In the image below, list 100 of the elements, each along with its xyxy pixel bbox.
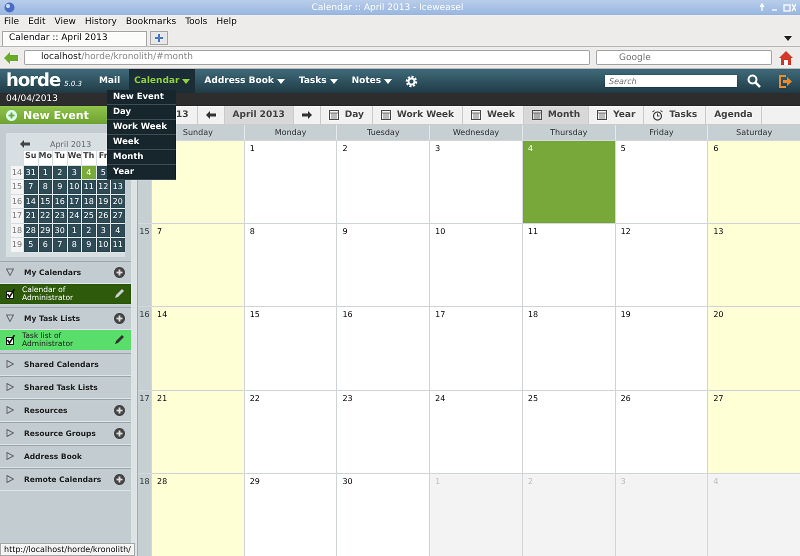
mini-calendar-day[interactable]: 9 [53, 180, 66, 194]
day-cell[interactable]: 20 [707, 307, 800, 390]
next-arrow-icon[interactable] [302, 111, 312, 119]
day-cell[interactable]: 27 [707, 390, 800, 473]
day-cell[interactable]: 23 [336, 390, 430, 473]
disclosure-triangle-icon[interactable] [6, 406, 14, 414]
dropdown-item[interactable]: Week [107, 135, 176, 150]
web-search-field[interactable]: Google [596, 50, 772, 65]
add-icon[interactable] [114, 474, 125, 484]
day-cell[interactable]: 6 [707, 141, 800, 224]
dropdown-item[interactable]: Month [107, 150, 176, 165]
mini-calendar-day[interactable]: 1 [38, 166, 52, 179]
mini-calendar-day[interactable]: 21 [24, 209, 38, 222]
mini-calendar-day[interactable]: 10 [68, 180, 81, 194]
menu-item[interactable]: Edit [28, 17, 46, 27]
menu-item[interactable]: View [54, 17, 76, 27]
mini-calendar-day[interactable]: 10 [96, 238, 110, 252]
day-cell[interactable]: 19 [614, 307, 708, 390]
disclosure-triangle-icon[interactable] [6, 475, 14, 483]
day-cell[interactable]: 22 [244, 390, 336, 473]
checkbox-icon[interactable] [6, 288, 16, 298]
search-icon[interactable] [747, 74, 761, 88]
mini-calendar-day[interactable]: 12 [96, 180, 110, 194]
search-field[interactable]: Search [605, 75, 737, 87]
mini-calendar-day[interactable]: 8 [68, 238, 81, 252]
disclosure-triangle-icon[interactable] [6, 383, 14, 391]
mini-calendar-day[interactable]: 22 [38, 209, 52, 222]
add-icon[interactable] [114, 404, 125, 416]
day-cell[interactable]: 8 [244, 224, 336, 306]
mini-calendar-day[interactable]: 2 [82, 224, 96, 237]
new-tab-icon[interactable] [150, 31, 168, 45]
address-field[interactable]: localhost/horde/kronolith/#month [24, 50, 590, 65]
mini-calendar-day[interactable]: 17 [68, 194, 81, 208]
period-button[interactable]: April 2013 [224, 106, 294, 124]
mini-calendar-day[interactable]: 5 [24, 238, 38, 252]
mini-calendar-day[interactable]: 7 [53, 238, 66, 252]
day-cell[interactable]: 16 [336, 307, 430, 390]
day-cell[interactable]: 25 [522, 390, 615, 473]
day-cell[interactable]: 13 [707, 224, 800, 306]
mini-calendar-day[interactable]: 23 [53, 209, 66, 222]
previous-arrow-icon[interactable] [206, 111, 216, 119]
mini-calendar-day[interactable]: 9 [82, 238, 96, 252]
mini-calendar-day[interactable]: 20 [111, 194, 124, 208]
disclosure-triangle-icon[interactable] [6, 429, 14, 437]
app-menu[interactable]: Calendar [129, 69, 196, 93]
mini-calendar-day[interactable]: 24 [68, 209, 81, 222]
logout-icon[interactable] [779, 74, 792, 88]
disclosure-triangle-icon[interactable] [6, 360, 14, 368]
day-cell[interactable]: 11 [522, 224, 615, 306]
view-tab[interactable]: Agenda [706, 106, 762, 124]
mini-calendar-day[interactable]: 14 [24, 194, 38, 208]
add-icon[interactable] [114, 312, 125, 324]
dropdown-item[interactable]: Year [107, 165, 176, 180]
app-menu[interactable]: Tasks [294, 69, 343, 93]
mini-calendar-day[interactable]: 26 [96, 209, 110, 222]
day-cell[interactable]: 18 [522, 307, 615, 390]
mini-calendar-day[interactable]: 4 [111, 224, 124, 237]
pencil-icon[interactable] [114, 334, 125, 345]
dropdown-item[interactable]: Day [107, 105, 176, 120]
disclosure-triangle-icon[interactable] [6, 452, 14, 460]
mini-calendar-day[interactable]: 3 [96, 224, 110, 237]
mini-calendar-day[interactable]: 30 [53, 224, 66, 237]
mini-calendar-day[interactable]: 6 [38, 238, 52, 252]
mini-calendar-day[interactable]: 13 [111, 180, 124, 194]
dropdown-item[interactable]: New Event [107, 90, 176, 105]
day-cell[interactable]: 7 [151, 224, 244, 306]
previous-month-icon[interactable] [20, 140, 30, 148]
mini-calendar-day[interactable]: 8 [38, 180, 52, 194]
menu-item[interactable]: Bookmarks [126, 17, 176, 27]
menu-item[interactable]: Tools [185, 17, 208, 27]
day-cell[interactable]: 29 [244, 474, 336, 556]
chevron-icon[interactable] [784, 36, 792, 41]
mini-calendar-day[interactable]: 11 [82, 180, 96, 194]
mini-calendar-day[interactable]: 28 [24, 224, 38, 237]
mini-calendar-day[interactable]: 15 [38, 194, 52, 208]
dropdown-item[interactable]: Work Week [107, 120, 176, 135]
add-icon[interactable] [114, 266, 125, 278]
mini-calendar-day[interactable]: 18 [82, 194, 96, 208]
day-cell[interactable]: 30 [336, 474, 430, 556]
mini-calendar-day[interactable]: 1 [68, 224, 81, 237]
day-cell[interactable]: 1 [244, 141, 336, 224]
mini-calendar-day[interactable]: 31 [24, 166, 38, 179]
mini-calendar-day[interactable]: 19 [96, 194, 110, 208]
menu-item[interactable]: File [4, 17, 20, 27]
mini-calendar-day[interactable]: 27 [111, 209, 124, 222]
home-icon[interactable] [778, 50, 794, 66]
day-cell[interactable]: 14 [151, 307, 244, 390]
mini-calendar-day[interactable]: 16 [53, 194, 66, 208]
day-cell[interactable]: 12 [614, 224, 708, 306]
view-tab[interactable]: Month [524, 106, 590, 124]
day-cell[interactable]: 17 [429, 307, 522, 390]
menu-item[interactable]: History [84, 17, 117, 27]
mini-calendar-day[interactable]: 3 [68, 166, 81, 179]
disclosure-triangle-icon[interactable] [6, 268, 14, 276]
day-cell[interactable]: 2 [336, 141, 430, 224]
add-icon[interactable] [114, 428, 125, 438]
logo[interactable]: horde [6, 72, 60, 90]
day-cell[interactable]: 5 [614, 141, 708, 224]
mini-calendar-day[interactable]: 25 [82, 209, 96, 222]
view-tab[interactable]: Day [320, 106, 373, 124]
